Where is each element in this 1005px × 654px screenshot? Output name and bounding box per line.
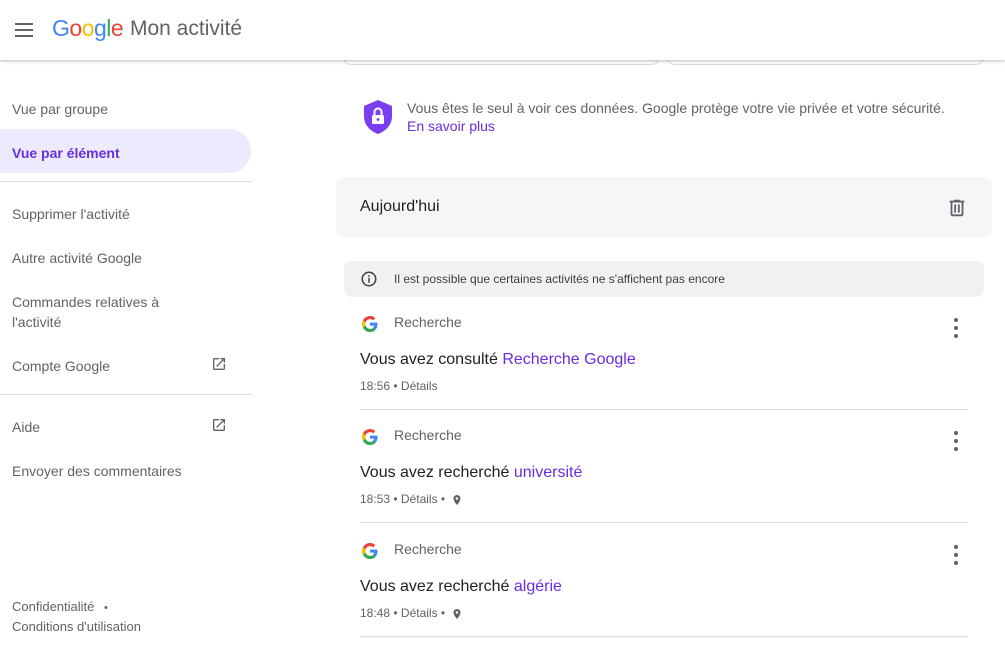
- divider: [360, 522, 968, 523]
- details-link[interactable]: Détails: [401, 606, 438, 620]
- privacy-text: Vous êtes le seul à voir ces données. Go…: [407, 100, 945, 116]
- privacy-link[interactable]: Confidentialité: [12, 599, 94, 614]
- activity-entry: Recherche Vous avez recherché université…: [344, 421, 984, 535]
- sidebar-item-label: Commandes relatives à l'activité: [12, 294, 160, 330]
- more-options-icon[interactable]: [944, 543, 968, 567]
- activity-meta: 18:48 • Détails •: [360, 606, 463, 620]
- notice-text: Il est possible que certaines activités …: [394, 272, 725, 286]
- sidebar-item-label: Supprimer l'activité: [12, 206, 130, 222]
- sidebar-item-label: Autre activité Google: [12, 250, 142, 266]
- open-in-new-icon: [213, 358, 225, 370]
- sidebar-item-google-account[interactable]: Compte Google: [0, 342, 252, 386]
- sidebar-item-send-feedback[interactable]: Envoyer des commentaires: [0, 447, 252, 491]
- activity-entry: Recherche Vous avez recherché algérie 18…: [344, 535, 984, 649]
- google-logo[interactable]: Google: [52, 15, 124, 42]
- divider: [0, 181, 252, 182]
- location-pin-icon[interactable]: [451, 494, 463, 506]
- sidebar-item-delete-activity[interactable]: Supprimer l'activité: [0, 190, 252, 234]
- activity-headline: Vous avez recherché université: [360, 464, 583, 481]
- activity-time: 18:48: [360, 606, 391, 620]
- activity-delay-notice: Il est possible que certaines activités …: [344, 261, 984, 297]
- product-label: Recherche: [394, 541, 462, 557]
- activity-meta: 18:53 • Détails •: [360, 492, 463, 506]
- product-title[interactable]: Mon activité: [130, 17, 242, 41]
- more-options-icon[interactable]: [944, 429, 968, 453]
- sidebar-item-label: Aide: [12, 419, 41, 435]
- sidebar-item-label: Vue par élément: [12, 145, 120, 161]
- activity-link[interactable]: Recherche Google: [502, 351, 635, 368]
- delete-icon[interactable]: [946, 197, 968, 219]
- activity-time: 18:56: [360, 379, 391, 393]
- google-g-icon: [362, 429, 378, 445]
- details-link[interactable]: Détails: [401, 492, 438, 506]
- product-label: Recherche: [394, 314, 462, 330]
- sidebar-item-label: Envoyer des commentaires: [12, 463, 182, 479]
- shield-lock-icon: [364, 100, 392, 134]
- sidebar-item-activity-controls[interactable]: Commandes relatives à l'activité: [0, 278, 252, 340]
- activity-meta: 18:56 • Détails: [360, 379, 438, 393]
- more-options-icon[interactable]: [944, 316, 968, 340]
- sidebar-item-label: Compte Google: [12, 358, 111, 374]
- activity-link[interactable]: université: [514, 464, 582, 481]
- divider: [360, 409, 968, 410]
- product-label: Recherche: [394, 427, 462, 443]
- details-link[interactable]: Détails: [401, 379, 438, 393]
- location-pin-icon[interactable]: [451, 608, 463, 620]
- footer-terms: Conditions d'utilisation: [12, 619, 141, 634]
- sidebar-item-help[interactable]: Aide: [0, 403, 252, 447]
- day-header-card: Aujourd'hui: [336, 177, 992, 237]
- main-menu-icon[interactable]: [12, 18, 36, 42]
- learn-more-link[interactable]: En savoir plus: [407, 118, 495, 134]
- sidebar: Vue par groupe Vue par élément Supprimer…: [0, 61, 252, 654]
- google-g-icon: [362, 543, 378, 559]
- info-icon: [361, 271, 377, 287]
- terms-link[interactable]: Conditions d'utilisation: [12, 619, 141, 634]
- activity-entry: Recherche Vous avez consulté Recherche G…: [344, 308, 984, 422]
- activity-headline: Vous avez consulté Recherche Google: [360, 351, 636, 368]
- divider: [0, 394, 252, 395]
- divider: [360, 636, 968, 637]
- sidebar-item-item-view[interactable]: Vue par élément: [0, 129, 251, 173]
- activity-link[interactable]: algérie: [514, 578, 562, 595]
- open-in-new-icon: [213, 419, 225, 431]
- activity-time: 18:53: [360, 492, 391, 506]
- sidebar-item-other-activity[interactable]: Autre activité Google: [0, 234, 252, 278]
- sidebar-item-label: Vue par groupe: [12, 101, 108, 117]
- google-g-icon: [362, 316, 378, 332]
- activity-headline: Vous avez recherché algérie: [360, 578, 562, 595]
- sidebar-item-bundle-view[interactable]: Vue par groupe: [0, 85, 252, 129]
- app-header: Google Mon activité: [0, 0, 1005, 60]
- day-title: Aujourd'hui: [360, 198, 440, 215]
- footer-links: Confidentialité •: [12, 599, 114, 614]
- footer-separator: •: [104, 602, 108, 614]
